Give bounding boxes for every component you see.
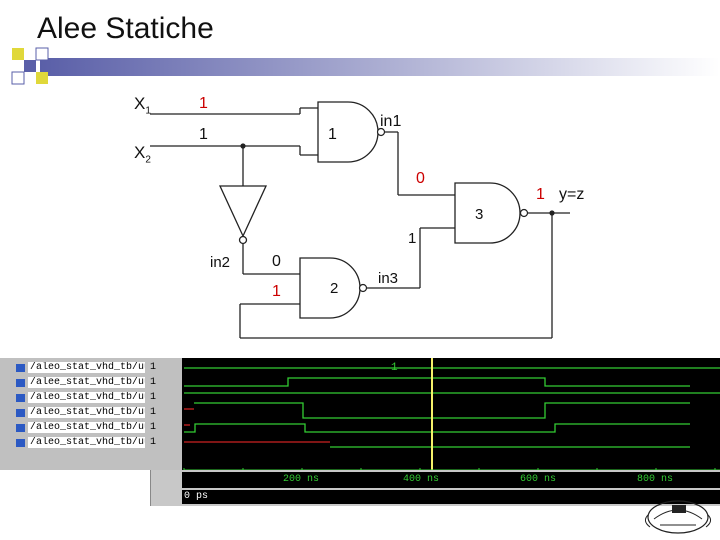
wave-in3 — [184, 423, 690, 433]
time-label: 600 ns — [520, 474, 557, 485]
waveform-traces — [183, 358, 720, 506]
time-label: 800 ns — [637, 474, 674, 485]
cursor-value: 1 — [391, 362, 398, 374]
time-label: 400 ns — [403, 474, 440, 485]
timeline-left — [0, 470, 151, 506]
cursor-time: 0 ps — [184, 491, 209, 502]
university-logo — [644, 500, 712, 534]
time-label: 200 ns — [283, 474, 320, 485]
wave-in2 — [194, 402, 690, 419]
wave-x2 — [184, 377, 690, 387]
